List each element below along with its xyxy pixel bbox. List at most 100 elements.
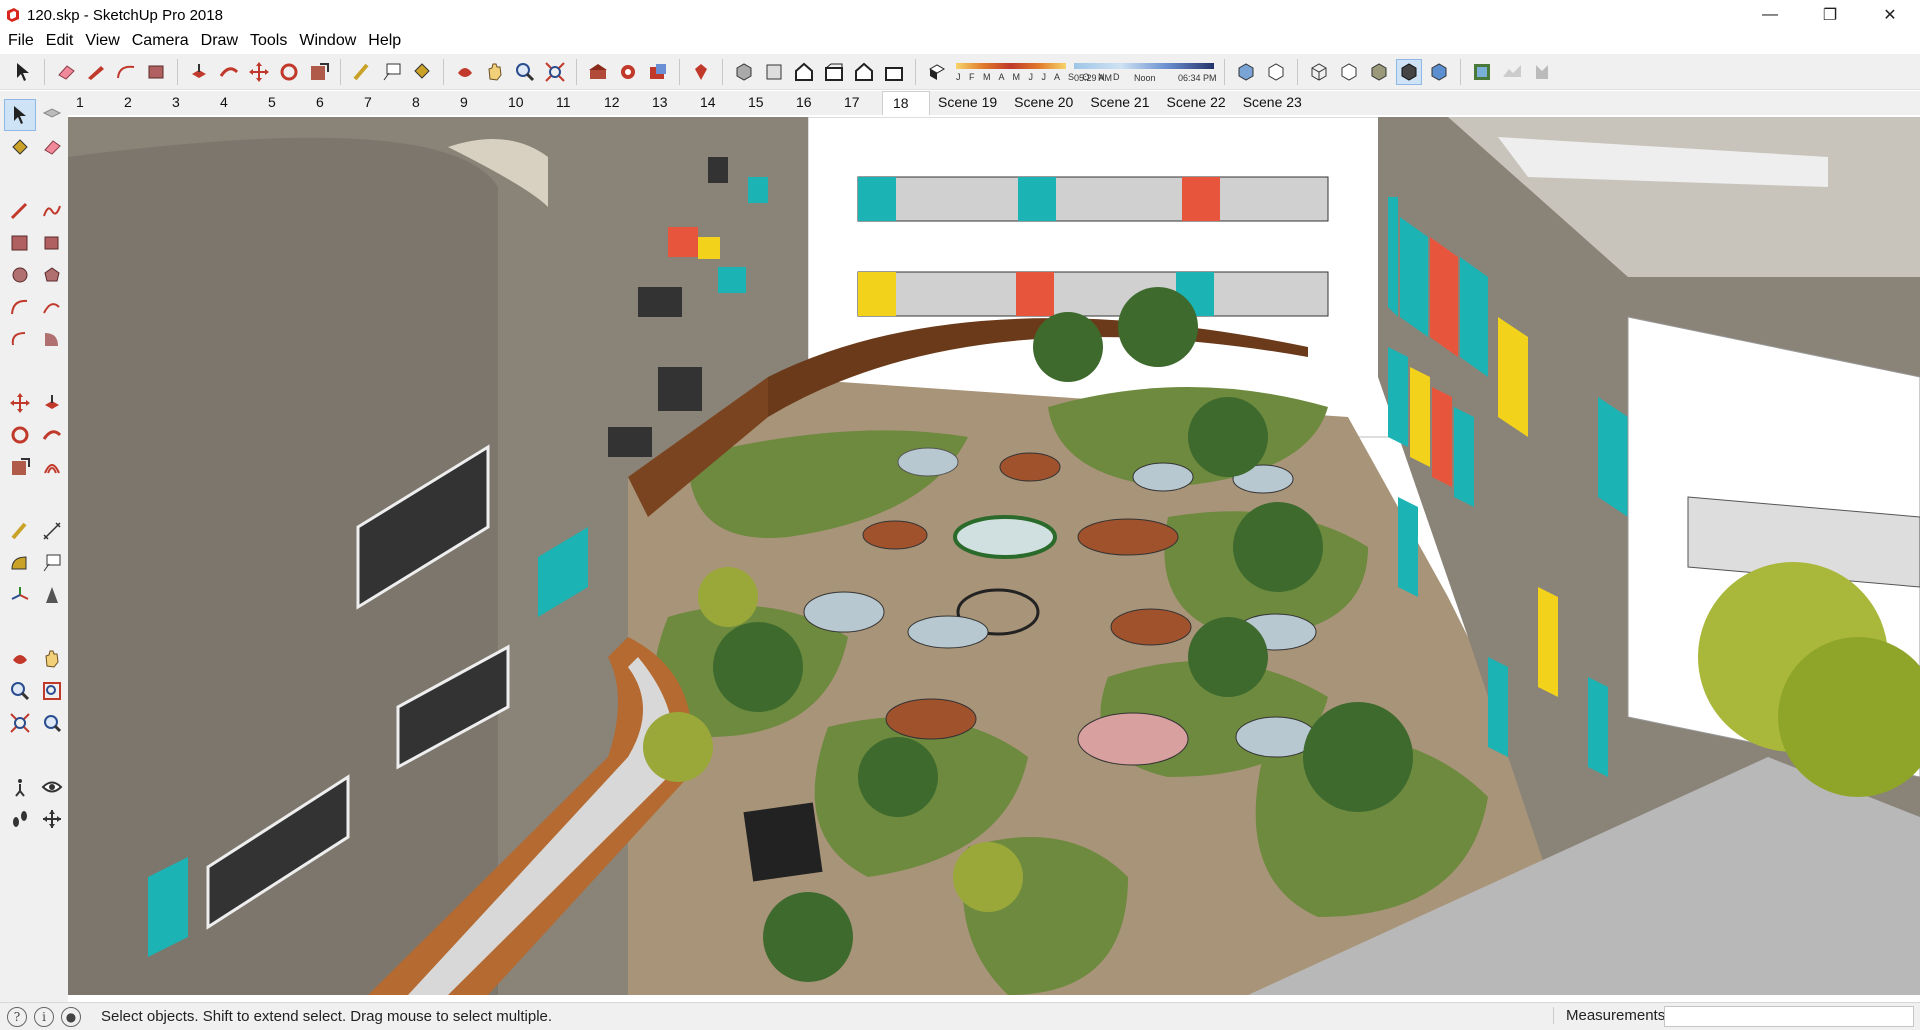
orbit-tool-icon[interactable] — [452, 59, 478, 85]
push-pull-tool-icon[interactable] — [186, 59, 212, 85]
text-tool-icon[interactable] — [36, 547, 68, 579]
menu-view[interactable]: View — [79, 30, 125, 52]
make-component-icon[interactable] — [36, 99, 68, 131]
extension-warehouse-icon[interactable] — [645, 59, 671, 85]
add-location-icon[interactable] — [1469, 59, 1495, 85]
scene-tab-18[interactable]: 18 — [882, 91, 930, 115]
measurements-input[interactable] — [1664, 1006, 1914, 1027]
style-xray-icon[interactable] — [1233, 59, 1259, 85]
view-front-icon[interactable] — [791, 59, 817, 85]
menu-help[interactable]: Help — [362, 30, 407, 52]
menu-draw[interactable]: Draw — [195, 30, 244, 52]
style-wireframe-icon[interactable] — [1306, 59, 1332, 85]
user-account-icon[interactable]: ● — [61, 1006, 81, 1027]
freehand-tool-icon[interactable] — [36, 195, 68, 227]
style-monochrome-icon[interactable] — [1426, 59, 1452, 85]
shapes-tool-icon[interactable] — [143, 59, 169, 85]
scene-tab-9[interactable]: 9 — [450, 91, 498, 115]
share-model-icon[interactable] — [615, 59, 641, 85]
line-tool-icon[interactable] — [4, 195, 36, 227]
paint-bucket-icon[interactable] — [4, 131, 36, 163]
scene-tab-20[interactable]: Scene 20 — [1006, 91, 1083, 115]
scene-tab-8[interactable]: 8 — [402, 91, 450, 115]
text-tool-icon[interactable] — [379, 59, 405, 85]
style-hidden-line-icon[interactable] — [1336, 59, 1362, 85]
warehouse-icon[interactable] — [585, 59, 611, 85]
select-tool-icon[interactable] — [4, 99, 36, 131]
model-viewport[interactable] — [68, 117, 1920, 995]
move-tool-icon[interactable] — [4, 387, 36, 419]
section-plane-icon[interactable] — [36, 803, 68, 835]
push-pull-tool-icon[interactable] — [36, 387, 68, 419]
scene-tab-1[interactable]: 1 — [66, 91, 114, 115]
scene-tab-14[interactable]: 14 — [690, 91, 738, 115]
scene-tab-12[interactable]: 12 — [594, 91, 642, 115]
info-icon[interactable]: i — [34, 1006, 54, 1027]
scene-tab-23[interactable]: Scene 23 — [1234, 91, 1311, 115]
circle-tool-icon[interactable] — [4, 259, 36, 291]
scene-tab-5[interactable]: 5 — [258, 91, 306, 115]
style-shaded-textures-icon[interactable] — [1396, 58, 1422, 85]
geo-location-icon[interactable]: ? — [7, 1006, 27, 1027]
axes-tool-icon[interactable] — [4, 579, 36, 611]
scene-tab-3[interactable]: 3 — [162, 91, 210, 115]
arc-tool-icon[interactable] — [4, 291, 36, 323]
scene-tab-19[interactable]: Scene 19 — [930, 91, 1007, 115]
shadow-time-slider[interactable]: 05:29 AM Noon 06:34 PM — [1074, 59, 1217, 85]
ruby-console-icon[interactable] — [688, 59, 714, 85]
scale-tool-icon[interactable] — [4, 451, 36, 483]
scene-tab-22[interactable]: Scene 22 — [1158, 91, 1235, 115]
move-tool-icon[interactable] — [246, 59, 272, 85]
shadows-toggle-icon[interactable] — [924, 59, 950, 85]
scene-tab-15[interactable]: 15 — [738, 91, 786, 115]
view-right-icon[interactable] — [821, 59, 847, 85]
view-iso-icon[interactable] — [731, 59, 757, 85]
tape-measure-icon[interactable] — [4, 515, 36, 547]
pie-tool-icon[interactable] — [36, 323, 68, 355]
scene-tab-13[interactable]: 13 — [642, 91, 690, 115]
protractor-tool-icon[interactable] — [4, 547, 36, 579]
scene-tab-4[interactable]: 4 — [210, 91, 258, 115]
menu-file[interactable]: File — [2, 30, 40, 52]
eraser-tool-icon[interactable] — [53, 59, 79, 85]
photo-textures-icon[interactable] — [1529, 59, 1555, 85]
scene-tab-10[interactable]: 10 — [498, 91, 546, 115]
walk-tool-icon[interactable] — [4, 803, 36, 835]
scene-tab-2[interactable]: 2 — [114, 91, 162, 115]
style-backedges-icon[interactable] — [1263, 59, 1289, 85]
menu-edit[interactable]: Edit — [40, 30, 80, 52]
menu-window[interactable]: Window — [293, 30, 362, 52]
style-shaded-icon[interactable] — [1366, 59, 1392, 85]
scene-tab-17[interactable]: 17 — [834, 91, 882, 115]
eraser-tool-icon[interactable] — [36, 131, 68, 163]
scene-tab-16[interactable]: 16 — [786, 91, 834, 115]
scene-tab-11[interactable]: 11 — [546, 91, 594, 115]
scale-tool-icon[interactable] — [306, 59, 332, 85]
toggle-terrain-icon[interactable] — [1499, 59, 1525, 85]
view-back-icon[interactable] — [851, 59, 877, 85]
three-point-arc-icon[interactable] — [4, 323, 36, 355]
menu-tools[interactable]: Tools — [244, 30, 293, 52]
shadow-date-slider[interactable]: J F M A M J J A S O N D — [956, 59, 1120, 85]
pan-tool-icon[interactable] — [482, 59, 508, 85]
rotate-tool-icon[interactable] — [4, 419, 36, 451]
maximize-button[interactable]: ❐ — [1800, 0, 1860, 30]
scene-tab-21[interactable]: Scene 21 — [1082, 91, 1159, 115]
previous-view-icon[interactable] — [36, 707, 68, 739]
view-top-icon[interactable] — [761, 59, 787, 85]
minimize-button[interactable]: — — [1740, 0, 1800, 30]
close-button[interactable]: ✕ — [1860, 0, 1920, 30]
menu-camera[interactable]: Camera — [126, 30, 195, 52]
look-around-icon[interactable] — [36, 771, 68, 803]
zoom-extents-icon[interactable] — [542, 59, 568, 85]
tape-measure-icon[interactable] — [349, 59, 375, 85]
follow-me-tool-icon[interactable] — [216, 59, 242, 85]
rectangle-tool-icon[interactable] — [4, 227, 36, 259]
pan-tool-icon[interactable] — [36, 643, 68, 675]
3d-text-tool-icon[interactable] — [36, 579, 68, 611]
position-camera-icon[interactable] — [4, 771, 36, 803]
paint-bucket-icon[interactable] — [409, 59, 435, 85]
rotated-rectangle-icon[interactable] — [36, 227, 68, 259]
two-point-arc-icon[interactable] — [36, 291, 68, 323]
zoom-extents-icon[interactable] — [4, 707, 36, 739]
